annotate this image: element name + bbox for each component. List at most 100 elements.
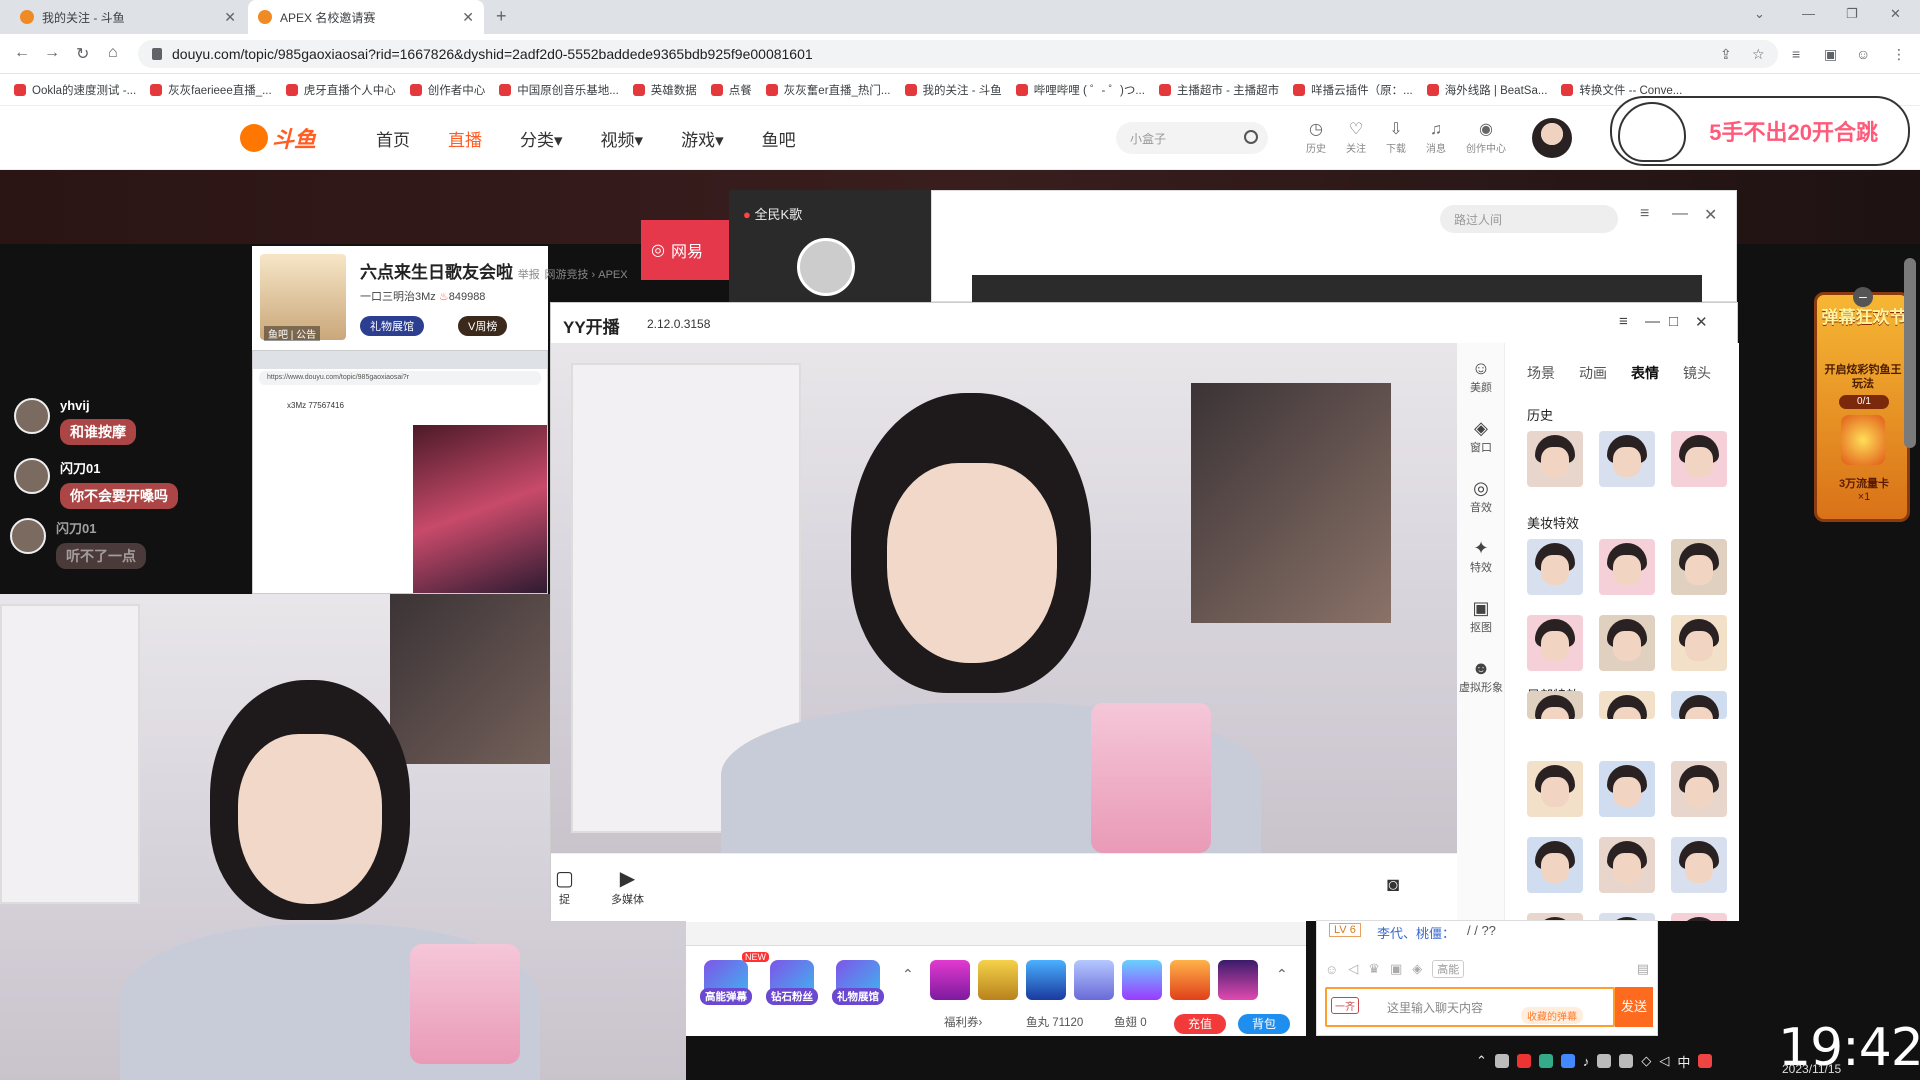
- bgwin-search-input[interactable]: 路过人间: [1440, 205, 1618, 233]
- chevron-up-icon[interactable]: ⌃: [902, 966, 914, 983]
- yy-side-beauty[interactable]: ☺ 美颜: [1457, 357, 1505, 395]
- effect-thumbnail[interactable]: [1671, 539, 1727, 595]
- tray-app-icon[interactable]: [1560, 1054, 1575, 1068]
- effect-thumbnail[interactable]: [1671, 691, 1727, 719]
- weekly-rank-pill[interactable]: V周榜: [458, 316, 508, 336]
- chevron-up-icon[interactable]: ⌃: [1276, 966, 1288, 983]
- gift-item[interactable]: [1122, 960, 1162, 1000]
- douyu-logo[interactable]: 斗鱼: [240, 122, 320, 154]
- effect-thumbnail[interactable]: [1527, 539, 1583, 595]
- profile-icon[interactable]: ☺: [1856, 46, 1870, 62]
- minimize-icon[interactable]: —: [1802, 6, 1815, 21]
- gift-diamond-fan[interactable]: 钻石粉丝: [766, 960, 818, 1005]
- url-input[interactable]: douyu.com/topic/985gaoxiaosai?rid=166782…: [138, 40, 1778, 68]
- bookmark-item[interactable]: Ookla的速度测试 -...: [14, 82, 136, 98]
- tray-app-icon[interactable]: [1494, 1054, 1509, 1068]
- recharge-button[interactable]: 充值: [1174, 1014, 1226, 1034]
- tray-app-icon[interactable]: [1698, 1054, 1713, 1068]
- effect-thumbnail[interactable]: [1599, 539, 1655, 595]
- gift-item[interactable]: [1170, 960, 1210, 1000]
- minimize-icon[interactable]: —: [1645, 313, 1660, 330]
- reading-list-icon[interactable]: ≡: [1792, 46, 1800, 62]
- header-bulb-button[interactable]: ◉ 创作中心: [1466, 120, 1506, 155]
- bookmark-item[interactable]: 哔哩哔哩 ( ゜- ゜)つ...: [1015, 82, 1145, 98]
- gift-hall-pill[interactable]: 礼物展馆: [360, 316, 424, 336]
- share-icon[interactable]: ⇪: [1720, 46, 1732, 63]
- filter-icon[interactable]: ▤: [1637, 961, 1649, 977]
- gift-item[interactable]: [1074, 960, 1114, 1000]
- high-energy-tag[interactable]: 高能: [1432, 960, 1465, 978]
- effect-thumbnail[interactable]: [1671, 615, 1727, 671]
- bookmark-item[interactable]: 海外线路 | BeatSa...: [1426, 82, 1547, 98]
- user-avatar[interactable]: [1532, 118, 1572, 158]
- menu-dots-icon[interactable]: ⋮: [1892, 46, 1906, 63]
- bookmark-item[interactable]: 虎牙直播个人中心: [285, 82, 396, 98]
- maximize-icon[interactable]: □: [1669, 313, 1678, 330]
- yy-side-layers[interactable]: ◈ 窗口: [1457, 417, 1505, 455]
- effect-thumbnail[interactable]: [1671, 837, 1727, 893]
- gift-item[interactable]: [1026, 960, 1066, 1000]
- bookmark-item[interactable]: 英雄数据: [632, 82, 697, 98]
- nav-game[interactable]: 游戏▾: [681, 126, 724, 151]
- effect-thumbnail[interactable]: [1527, 691, 1583, 719]
- nav-category[interactable]: 分类▾: [520, 126, 563, 151]
- badge-icon[interactable]: ▣: [1390, 961, 1402, 977]
- forward-icon[interactable]: →: [44, 44, 60, 62]
- effect-thumbnail[interactable]: [1599, 761, 1655, 817]
- welfare-link[interactable]: 福利券›: [944, 1014, 982, 1030]
- header-history-button[interactable]: ◷ 历史: [1306, 120, 1326, 155]
- douyu-search-input[interactable]: 小盒子: [1116, 122, 1268, 154]
- ime-indicator[interactable]: 中: [1677, 1052, 1690, 1071]
- bookmark-item[interactable]: 主播超市 - 主播超市: [1158, 82, 1279, 98]
- effect-thumbnail[interactable]: [1671, 431, 1727, 487]
- avatar-tags[interactable]: 鱼吧 | 公告: [264, 326, 321, 341]
- gift-item[interactable]: [1218, 960, 1258, 1000]
- multimedia-button[interactable]: ▶ 多媒体: [611, 866, 644, 907]
- menu-icon[interactable]: ≡: [1640, 205, 1649, 223]
- nav-video[interactable]: 视频▾: [601, 126, 644, 151]
- effect-thumbnail[interactable]: [1527, 615, 1583, 671]
- page-scrollbar[interactable]: [1904, 258, 1916, 448]
- tray-app-icon[interactable]: [1597, 1054, 1612, 1068]
- tray-app-icon[interactable]: [1538, 1054, 1553, 1068]
- back-icon[interactable]: ←: [14, 44, 30, 62]
- nav-live[interactable]: 直播: [448, 126, 482, 151]
- effect-thumbnail[interactable]: [1671, 913, 1727, 921]
- menu-icon[interactable]: ≡: [1619, 313, 1628, 330]
- emoji-icon[interactable]: ☺: [1325, 962, 1338, 977]
- yy-side-sound[interactable]: ◎ 音效: [1457, 477, 1505, 515]
- camera-icon[interactable]: ◙: [1387, 874, 1399, 897]
- new-tab-icon[interactable]: +: [496, 6, 507, 27]
- bookmark-item[interactable]: 咩播云插件（原：...: [1293, 82, 1413, 98]
- effect-thumbnail[interactable]: [1599, 691, 1655, 719]
- home-icon[interactable]: ⌂: [108, 44, 118, 62]
- netease-music-window[interactable]: ◎ 网易: [641, 220, 729, 280]
- report-link[interactable]: 举报: [518, 269, 540, 281]
- minimize-icon[interactable]: —: [1672, 205, 1688, 223]
- backpack-button[interactable]: 背包: [1238, 1014, 1290, 1034]
- close-icon[interactable]: ✕: [1695, 313, 1708, 331]
- saved-barrage-button[interactable]: 收藏的弹幕: [1521, 1007, 1583, 1024]
- bookmark-item[interactable]: 中国原创音乐基地...: [499, 82, 619, 98]
- gift-high-energy[interactable]: 高能弹幕: [700, 960, 752, 1005]
- yy-side-matting[interactable]: ▣ 抠图: [1457, 597, 1505, 635]
- yy-side-effects[interactable]: ✦ 特效: [1457, 537, 1505, 575]
- send-button[interactable]: 发送: [1615, 987, 1653, 1027]
- gift-item[interactable]: [978, 960, 1018, 1000]
- close-icon[interactable]: ✕: [1704, 205, 1717, 225]
- gift-item[interactable]: [930, 960, 970, 1000]
- capture-button[interactable]: ▢ 捉: [555, 866, 574, 907]
- megaphone-icon[interactable]: ◁: [1348, 961, 1358, 977]
- bookmark-item[interactable]: 创作者中心: [409, 82, 485, 98]
- close-tab-icon[interactable]: ✕: [224, 9, 236, 26]
- nav-fishbar[interactable]: 鱼吧: [762, 126, 796, 151]
- tray-chevron-icon[interactable]: ⌃: [1476, 1053, 1487, 1069]
- yy-side-avatar[interactable]: ☻ 虚拟形象: [1457, 657, 1505, 695]
- nav-home[interactable]: 首页: [376, 126, 410, 151]
- effect-thumbnail[interactable]: [1527, 761, 1583, 817]
- bookmark-item[interactable]: 点餐: [710, 82, 752, 98]
- gift-gallery[interactable]: 礼物展馆: [832, 960, 884, 1005]
- close-tab-icon[interactable]: ✕: [462, 9, 474, 26]
- tray-app-icon[interactable]: [1516, 1054, 1531, 1068]
- effect-thumbnail[interactable]: [1527, 431, 1583, 487]
